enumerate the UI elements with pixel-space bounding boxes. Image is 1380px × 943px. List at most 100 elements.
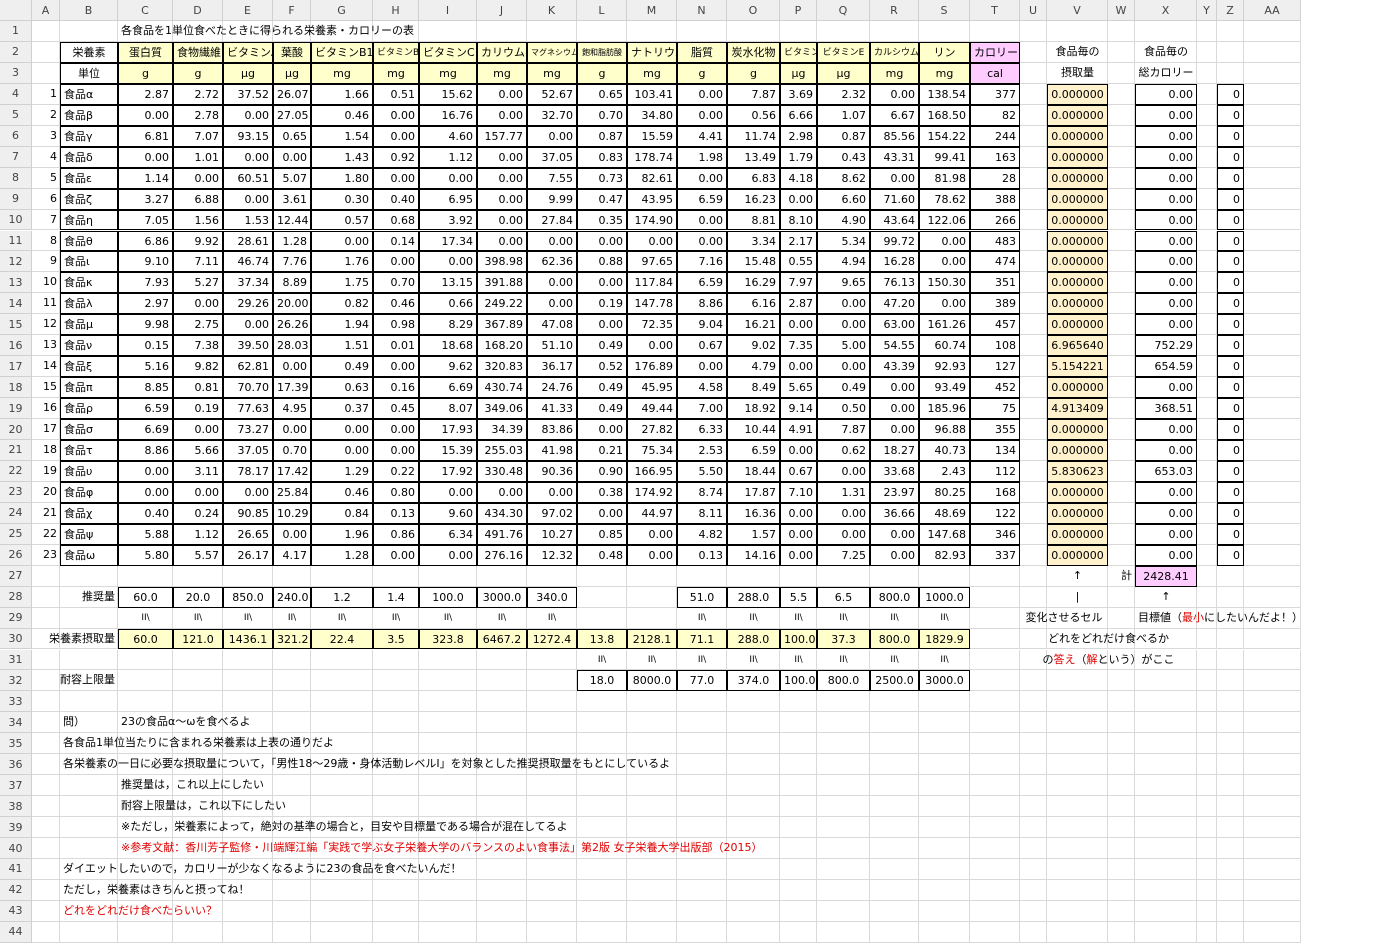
food-value-G[interactable]: 1.80 [311, 167, 373, 189]
food-value-O[interactable]: 6.59 [727, 440, 780, 461]
food-total-cal[interactable]: 0.00 [1135, 251, 1197, 273]
food-total-cal[interactable]: 0.00 [1135, 523, 1197, 545]
food-value-F[interactable]: 5.07 [273, 167, 311, 189]
food-value-O[interactable]: 10.44 [727, 419, 780, 440]
food-value-I[interactable]: 4.60 [419, 125, 477, 147]
food-value-R[interactable]: 99.72 [870, 230, 919, 252]
column-header-C[interactable]: C [118, 0, 173, 21]
food-value-H[interactable]: 0.00 [373, 125, 419, 147]
food-value-T[interactable]: 346 [970, 523, 1020, 545]
food-value-G[interactable]: 1.29 [311, 460, 373, 482]
food-value-K[interactable]: 0.00 [527, 481, 577, 503]
food-z-value[interactable]: 0 [1217, 104, 1244, 126]
food-total-cal[interactable]: 0.00 [1135, 125, 1197, 147]
food-value-M[interactable]: 174.90 [627, 209, 677, 231]
food-value-Q[interactable]: 1.07 [817, 104, 870, 126]
food-value-O[interactable]: 16.36 [727, 502, 780, 524]
food-value-K[interactable]: 10.27 [527, 523, 577, 545]
food-value-L[interactable]: 0.35 [577, 209, 627, 231]
food-intake-input[interactable]: 6.965640 [1047, 335, 1108, 357]
recommended-C[interactable]: 60.0 [118, 586, 173, 608]
food-value-K[interactable]: 97.02 [527, 502, 577, 524]
food-value-O[interactable]: 8.81 [727, 209, 780, 231]
column-header-J[interactable]: J [477, 0, 527, 21]
recommended-N[interactable]: 51.0 [677, 586, 727, 608]
lte-marker-M[interactable]: II\ [627, 650, 677, 671]
food-value-D[interactable]: 9.92 [173, 230, 223, 252]
food-value-L[interactable]: 0.00 [577, 272, 627, 294]
unit-header-O[interactable]: g [727, 62, 780, 84]
nutrient-header-D[interactable]: 食物繊維 [173, 41, 223, 63]
unit-header-R[interactable]: mg [870, 62, 919, 84]
food-value-T[interactable]: 351 [970, 272, 1020, 294]
food-value-H[interactable]: 0.13 [373, 502, 419, 524]
food-value-G[interactable]: 1.28 [311, 544, 373, 566]
food-value-E[interactable]: 77.63 [223, 398, 273, 420]
food-value-S[interactable]: 60.74 [919, 335, 970, 357]
food-intake-input[interactable]: 0.000000 [1047, 83, 1108, 105]
food-value-S[interactable]: 161.26 [919, 314, 970, 336]
food-value-C[interactable]: 1.14 [118, 167, 173, 189]
food-value-R[interactable]: 54.55 [870, 335, 919, 357]
row-header-42[interactable]: 42 [0, 879, 32, 901]
food-value-P[interactable]: 3.69 [780, 83, 817, 105]
food-value-S[interactable]: 0.00 [919, 293, 970, 315]
nutrient-header-L[interactable]: 飽和脂肪酸 [577, 41, 627, 63]
food-name[interactable]: 食品σ [60, 419, 118, 440]
nutrient-header-P[interactable]: ビタミンD [780, 41, 827, 63]
food-intake-input[interactable]: 0.000000 [1047, 419, 1108, 440]
food-value-M[interactable]: 178.74 [627, 146, 677, 168]
food-value-F[interactable]: 26.26 [273, 314, 311, 336]
gte-marker-F[interactable]: II\ [273, 608, 311, 629]
food-name[interactable]: 食品ω [60, 544, 118, 566]
food-value-D[interactable]: 3.11 [173, 460, 223, 482]
food-name[interactable]: 食品ρ [60, 398, 118, 420]
upper-limit-O[interactable]: 374.0 [727, 670, 780, 692]
food-value-S[interactable]: 81.98 [919, 167, 970, 189]
food-value-O[interactable]: 4.79 [727, 356, 780, 378]
unit-header-H[interactable]: mg [373, 62, 419, 84]
food-intake-input[interactable]: 0.000000 [1047, 146, 1108, 168]
food-value-F[interactable]: 0.00 [273, 419, 311, 440]
food-value-P[interactable]: 2.98 [780, 125, 817, 147]
food-value-Q[interactable]: 9.65 [817, 272, 870, 294]
food-value-L[interactable]: 0.47 [577, 188, 627, 210]
food-value-R[interactable]: 18.27 [870, 440, 919, 461]
food-no[interactable]: 23 [32, 545, 60, 566]
food-no[interactable]: 14 [32, 356, 60, 377]
food-z-value[interactable]: 0 [1217, 230, 1244, 252]
cal-header-2[interactable]: 総カロリー [1135, 63, 1197, 84]
row-header-37[interactable]: 37 [0, 775, 32, 797]
unit-header-D[interactable]: g [173, 62, 223, 84]
upper-limit-R[interactable]: 2500.0 [870, 670, 919, 692]
food-value-I[interactable]: 8.07 [419, 398, 477, 420]
food-total-cal[interactable]: 0.00 [1135, 104, 1197, 126]
unit-header-M[interactable]: mg [627, 62, 677, 84]
food-value-K[interactable]: 62.36 [527, 251, 577, 273]
food-no[interactable]: 10 [32, 272, 60, 293]
food-value-C[interactable]: 7.05 [118, 209, 173, 231]
nutrient-header-I[interactable]: ビタミンC [419, 41, 477, 63]
food-value-G[interactable]: 0.57 [311, 209, 373, 231]
food-value-P[interactable]: 5.65 [780, 377, 817, 399]
unit-header-S[interactable]: mg [919, 62, 970, 84]
food-value-Q[interactable]: 0.00 [817, 293, 870, 315]
food-total-cal[interactable]: 0.00 [1135, 293, 1197, 315]
note-question-label[interactable]: 問） [60, 712, 118, 733]
food-value-H[interactable]: 0.80 [373, 481, 419, 503]
column-header-I[interactable]: I [419, 0, 477, 21]
row-header-20[interactable]: 20 [0, 419, 32, 440]
food-value-R[interactable]: 36.66 [870, 502, 919, 524]
row-header-18[interactable]: 18 [0, 377, 32, 399]
food-value-K[interactable]: 90.36 [527, 460, 577, 482]
food-value-L[interactable]: 0.48 [577, 544, 627, 566]
food-value-L[interactable]: 0.19 [577, 293, 627, 315]
food-value-F[interactable]: 10.29 [273, 502, 311, 524]
food-value-L[interactable]: 0.21 [577, 440, 627, 461]
note-row-36[interactable]: 各栄養素の一日に必要な摂取量について，「男性18～29歳・身体活動レベルⅠ」を対… [60, 754, 919, 775]
food-value-R[interactable]: 71.60 [870, 188, 919, 210]
nutrient-header-H[interactable]: ビタミンB2 [373, 41, 425, 63]
food-value-H[interactable]: 0.01 [373, 335, 419, 357]
intake-sum-E[interactable]: 1436.1 [223, 628, 273, 650]
upper-limit-L[interactable]: 18.0 [577, 670, 627, 692]
